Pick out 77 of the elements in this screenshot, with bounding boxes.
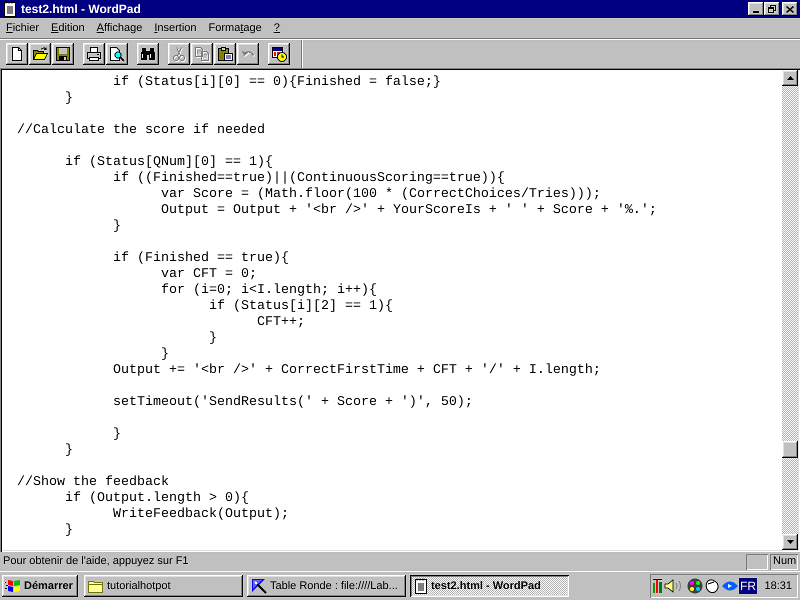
code-line: WriteFeedback(Output); bbox=[113, 507, 289, 523]
scroll-up-button[interactable] bbox=[782, 70, 798, 86]
find-button[interactable] bbox=[137, 43, 159, 65]
code-line: setTimeout('SendResults(' + Score + ')', 50); bbox=[113, 395, 473, 411]
taskbar-button[interactable]: test2.html - WordPad bbox=[410, 575, 569, 597]
code-line: if (Status[i][2] == 1){ bbox=[209, 299, 393, 315]
status-message: Pour obtenir de l'aide, appuyez sur F1 bbox=[3, 554, 190, 570]
printer-icon bbox=[86, 46, 102, 62]
restore-icon bbox=[768, 5, 776, 13]
scrollbar-thumb[interactable] bbox=[782, 441, 798, 458]
code-line: } bbox=[209, 331, 217, 347]
taskbar-button[interactable]: Table Ronde : file:////Lab... bbox=[247, 575, 406, 597]
taskbar-button[interactable]: tutorialhotpot bbox=[84, 575, 243, 597]
open-folder-icon bbox=[32, 46, 48, 62]
up-arrow-icon bbox=[786, 76, 794, 80]
language-indicator[interactable]: FR bbox=[739, 578, 757, 594]
menu-item[interactable]: Formatage bbox=[202, 19, 268, 37]
code-line: CFT++; bbox=[257, 315, 305, 331]
page-magnifier-icon bbox=[109, 46, 125, 62]
disc-icon[interactable] bbox=[687, 578, 703, 594]
level-bars-icon[interactable] bbox=[653, 579, 663, 593]
code-line: if (Output.length > 0){ bbox=[65, 491, 249, 507]
minimize-button[interactable] bbox=[748, 2, 764, 16]
save-button[interactable] bbox=[52, 43, 74, 65]
new-button[interactable] bbox=[6, 43, 28, 65]
code-line: if ((Finished==true)||(ContinuousScoring==true)){ bbox=[113, 171, 505, 187]
open-button[interactable] bbox=[29, 43, 51, 65]
notepad-icon bbox=[414, 578, 428, 594]
menu-item[interactable]: ? bbox=[268, 19, 286, 37]
code-line: for (i=0; i<I.length; i++){ bbox=[161, 283, 377, 299]
eye-icon[interactable] bbox=[722, 580, 738, 592]
wand-icon bbox=[251, 578, 267, 594]
paste-button[interactable] bbox=[214, 43, 236, 65]
clipboard-icon bbox=[217, 46, 233, 62]
mouse-icon[interactable] bbox=[704, 578, 720, 594]
start-button[interactable]: Démarrer bbox=[2, 575, 78, 597]
code-line: Output += '<br />' + CorrectFirstTime + CFT + '/' + I.length; bbox=[113, 363, 601, 379]
close-icon bbox=[786, 6, 794, 12]
code-line: } bbox=[161, 347, 169, 363]
calendar-clock-icon bbox=[271, 46, 287, 62]
restore-button[interactable] bbox=[764, 2, 780, 16]
code-line: //Calculate the score if needed bbox=[17, 123, 265, 139]
code-line: } bbox=[113, 427, 121, 443]
folder-icon bbox=[88, 579, 104, 593]
clock: 18:31 bbox=[764, 578, 792, 594]
date-time-button[interactable] bbox=[268, 43, 290, 65]
two-pages-icon bbox=[194, 46, 210, 62]
code-line: if (Status[i][0] == 0){Finished = false;} bbox=[113, 75, 441, 91]
code-line: } bbox=[65, 443, 73, 459]
menu-item[interactable]: Affichage bbox=[90, 19, 148, 37]
status-panel bbox=[746, 554, 768, 570]
code-line: } bbox=[113, 219, 121, 235]
print-preview-button[interactable] bbox=[106, 43, 128, 65]
print-button[interactable] bbox=[83, 43, 105, 65]
windows-flag-icon bbox=[5, 579, 21, 593]
code-line: var Score = (Math.floor(100 * (CorrectChoices/Tries))); bbox=[161, 187, 601, 203]
document-area[interactable] bbox=[0, 68, 800, 552]
menu-item[interactable]: Insertion bbox=[148, 19, 203, 37]
blank-page-icon bbox=[9, 46, 25, 62]
code-line: } bbox=[65, 523, 73, 539]
code-line: if (Status[QNum][0] == 1){ bbox=[65, 155, 273, 171]
down-arrow-icon bbox=[786, 540, 794, 544]
minimize-icon bbox=[753, 11, 759, 13]
scissors-icon bbox=[171, 46, 187, 62]
code-line: //Show the feedback bbox=[17, 475, 169, 491]
code-line: Output = Output + '<br />' + YourScoreIs + ' ' + Score + '%.'; bbox=[161, 203, 657, 219]
close-button[interactable] bbox=[782, 2, 798, 16]
menu-item[interactable]: Edition bbox=[45, 19, 91, 37]
window-title: test2.html - WordPad bbox=[21, 1, 141, 18]
menu-item[interactable]: Fichier bbox=[0, 19, 46, 37]
notepad-icon bbox=[2, 1, 18, 17]
num-lock-indicator: Num bbox=[770, 554, 798, 570]
code-line: } bbox=[65, 91, 73, 107]
binoculars-icon bbox=[140, 46, 156, 62]
code-line: var CFT = 0; bbox=[161, 267, 257, 283]
code-line: if (Finished == true){ bbox=[113, 251, 289, 267]
scroll-down-button[interactable] bbox=[782, 534, 798, 550]
